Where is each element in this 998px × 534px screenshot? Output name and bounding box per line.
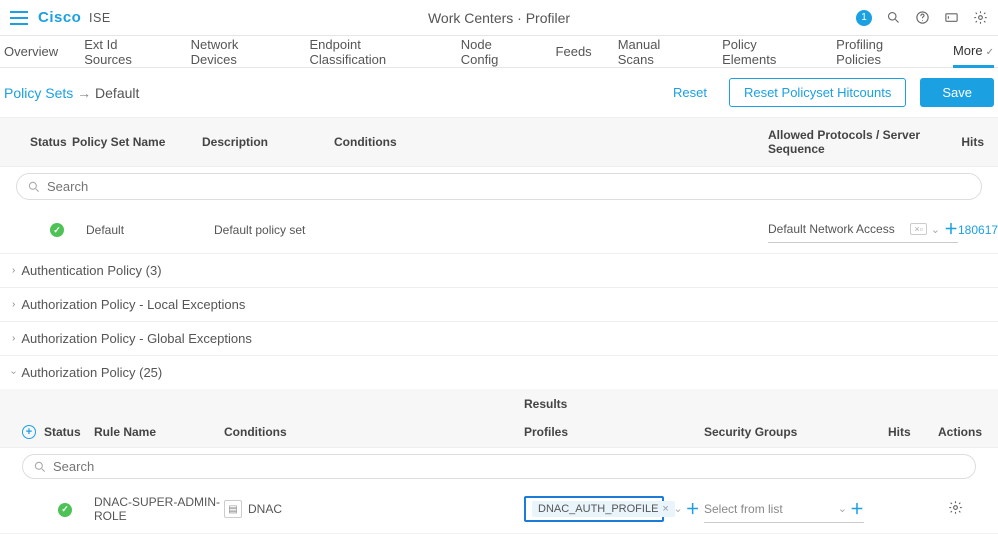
rules-search-input[interactable] — [53, 459, 965, 474]
col-status: Status — [44, 425, 94, 439]
policy-set-search-input[interactable] — [47, 179, 971, 194]
col-cond: Conditions — [224, 425, 524, 439]
col-cond: Conditions — [334, 135, 768, 149]
chevron-down-icon[interactable]: ⌄ — [931, 223, 940, 236]
help-icon[interactable] — [915, 10, 930, 25]
col-profiles: Profiles — [524, 425, 704, 439]
tab-manual-scans[interactable]: Manual Scans — [618, 30, 696, 74]
policy-set-header: Status Policy Set Name Description Condi… — [0, 117, 998, 167]
col-sec: Security Groups — [704, 425, 884, 439]
status-enabled-icon: ✓ — [58, 503, 72, 517]
tab-more[interactable]: More✓ — [953, 36, 994, 68]
reset-button[interactable]: Reset — [661, 79, 719, 106]
policy-set-name[interactable]: Default — [72, 223, 202, 237]
brand: Cisco ISE — [38, 9, 111, 26]
tab-node-config[interactable]: Node Config — [461, 30, 530, 74]
menu-icon[interactable] — [10, 11, 28, 25]
chevron-down-icon[interactable]: ⌄ — [838, 502, 847, 515]
section-authz-local[interactable]: › Authorization Policy - Local Exception… — [0, 288, 998, 322]
policy-set-row: ✓ Default Default policy set Default Net… — [0, 206, 998, 254]
chevron-down-icon[interactable]: ⌄ — [673, 502, 682, 515]
status-enabled-icon: ✓ — [50, 223, 64, 237]
search-icon — [27, 180, 41, 194]
tools-icon[interactable] — [944, 10, 959, 25]
col-allowed: Allowed Protocols / Server Sequence — [768, 128, 958, 156]
col-results: Results — [524, 397, 888, 411]
add-icon[interactable]: ＋ — [850, 499, 864, 519]
section-authz-global[interactable]: › Authorization Policy - Global Exceptio… — [0, 322, 998, 356]
col-rule: Rule Name — [94, 425, 224, 439]
reset-hitcounts-button[interactable]: Reset Policyset Hitcounts — [729, 78, 906, 107]
toolbar: Policy Sets → Default Reset Reset Policy… — [0, 68, 998, 117]
tab-policy-elements[interactable]: Policy Elements — [722, 30, 810, 74]
add-icon[interactable]: ＋ — [944, 219, 958, 239]
col-desc: Description — [202, 135, 334, 149]
tab-endpoint[interactable]: Endpoint Classification — [310, 30, 435, 74]
chevron-right-icon: › — [12, 265, 15, 276]
rule-name[interactable]: DNAC-SUPER-ADMIN-ROLE — [94, 495, 224, 523]
tab-bar: Overview Ext Id Sources Network Devices … — [0, 36, 998, 68]
top-bar: Cisco ISE Work Centers · Profiler 1 — [0, 0, 998, 36]
condition-type-icon[interactable]: ▤ — [224, 500, 242, 518]
chevron-right-icon: › — [12, 299, 15, 310]
col-name: Policy Set Name — [72, 135, 202, 149]
col-hits: Hits — [888, 425, 938, 439]
remove-chip-icon[interactable]: × — [662, 503, 668, 515]
rule-condition[interactable]: DNAC — [248, 502, 282, 516]
section-authz-policy[interactable]: › Authorization Policy (25) — [0, 356, 998, 389]
page-title: Work Centers · Profiler — [428, 10, 570, 26]
header-actions: 1 — [856, 10, 988, 26]
col-status: Status — [0, 135, 72, 149]
search-icon[interactable] — [886, 10, 901, 25]
breadcrumb-root[interactable]: Policy Sets — [4, 85, 73, 101]
chevron-down-icon: ✓ — [986, 47, 994, 58]
add-rule-icon[interactable]: + — [22, 425, 36, 439]
add-icon[interactable]: ＋ — [686, 499, 700, 519]
authz-rules-header: + Status Rule Name Conditions Results Pr… — [0, 389, 998, 448]
chevron-right-icon: › — [12, 333, 15, 344]
policy-set-desc: Default policy set — [202, 223, 334, 237]
breadcrumb: Policy Sets → Default — [4, 85, 139, 101]
section-authentication-policy[interactable]: › Authentication Policy (3) — [0, 254, 998, 288]
tab-profiling-policies[interactable]: Profiling Policies — [836, 30, 927, 74]
chevron-down-icon: › — [8, 371, 19, 374]
tab-ext-id[interactable]: Ext Id Sources — [84, 30, 164, 74]
policy-set-hits[interactable]: 180617 — [958, 223, 998, 237]
notifications-badge[interactable]: 1 — [856, 10, 872, 26]
clear-icon[interactable]: ×▫ — [910, 223, 926, 235]
rules-search[interactable] — [22, 454, 976, 479]
settings-icon[interactable] — [973, 10, 988, 25]
col-hits: Hits — [958, 135, 998, 149]
search-icon — [33, 460, 47, 474]
policy-set-search[interactable] — [16, 173, 982, 200]
col-actions: Actions — [938, 425, 998, 439]
authz-rule-row: ✓ DNAC-SUPER-ADMIN-ROLE ▤ DNAC DNAC_AUTH… — [0, 485, 998, 534]
save-button[interactable]: Save — [920, 78, 994, 107]
tab-overview[interactable]: Overview — [4, 37, 58, 66]
tab-feeds[interactable]: Feeds — [556, 37, 592, 66]
breadcrumb-current: Default — [95, 85, 139, 101]
allowed-protocols-select[interactable]: Default Network Access ×▫ ⌄ ＋ — [768, 216, 958, 243]
tab-network-devices[interactable]: Network Devices — [191, 30, 284, 74]
security-group-select[interactable]: Select from list ⌄＋ — [704, 496, 864, 523]
profile-select[interactable]: DNAC_AUTH_PROFILE× — [524, 496, 664, 522]
